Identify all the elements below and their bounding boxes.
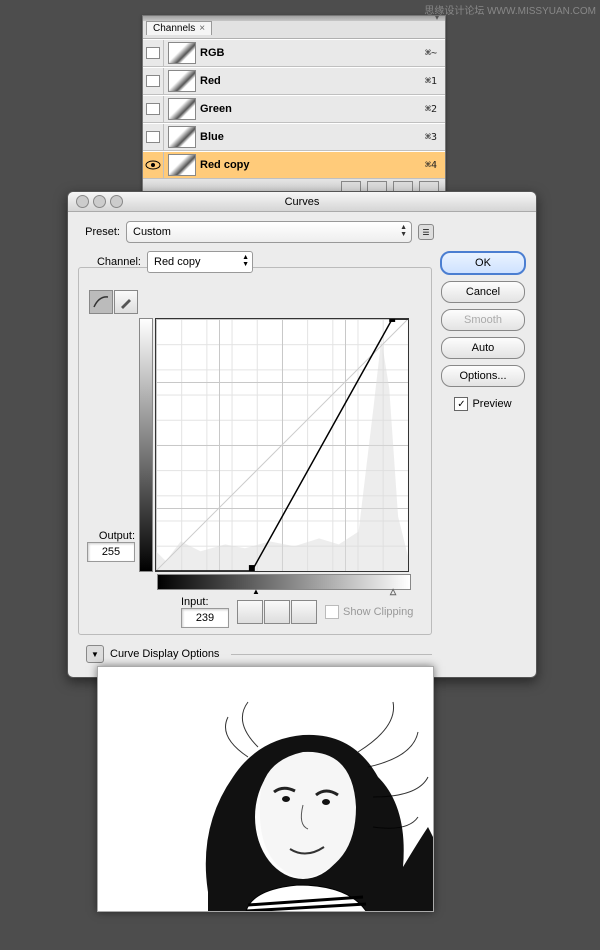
white-slider-icon[interactable]: △: [390, 587, 396, 596]
channels-panel: ▾ Channels× RGB ⌘~ Red ⌘1 Green ⌘2 Blue …: [142, 15, 446, 200]
channel-name: Green: [200, 103, 399, 115]
black-slider-icon[interactable]: ▲: [252, 587, 260, 596]
dialog-title: Curves: [285, 196, 320, 208]
output-group: Output:: [77, 530, 135, 562]
watermark-text: 思缘设计论坛 WWW.MISSYUAN.COM: [424, 2, 596, 17]
channel-name: Blue: [200, 131, 399, 143]
channel-row-rgb[interactable]: RGB ⌘~: [143, 39, 445, 67]
curves-dialog: Curves Preset: Custom▲▼ ☰ Channel: Red c…: [67, 191, 537, 678]
output-gradient: [139, 318, 153, 572]
white-eyedropper[interactable]: [291, 600, 317, 624]
eye-icon: [145, 159, 161, 171]
curve-lines: [156, 319, 408, 571]
show-clipping-label: Show Clipping: [343, 606, 413, 618]
disclosure-button[interactable]: ▼: [86, 645, 104, 663]
channel-thumb: [168, 126, 196, 148]
show-clipping-checkbox[interactable]: Show Clipping: [325, 605, 413, 619]
preset-label: Preset:: [78, 226, 120, 238]
preview-checkbox[interactable]: ✓ Preview: [454, 397, 511, 411]
traffic-light-min[interactable]: [93, 195, 106, 208]
updown-icon: ▲▼: [242, 254, 249, 268]
channels-tab[interactable]: Channels ×: [146, 21, 212, 35]
traffic-light-close[interactable]: [76, 195, 89, 208]
curve-area: Output:: [78, 267, 432, 635]
channel-shortcut: ⌘~: [399, 48, 445, 59]
curve-pencil-tool[interactable]: [114, 290, 138, 314]
channel-name: Red: [200, 75, 399, 87]
output-label: Output:: [77, 530, 135, 542]
channel-shortcut: ⌘1: [399, 76, 445, 87]
updown-icon: ▲▼: [400, 224, 407, 238]
traffic-light-zoom[interactable]: [110, 195, 123, 208]
preview-label: Preview: [472, 398, 511, 410]
channel-thumb: [168, 98, 196, 120]
input-input[interactable]: [181, 608, 229, 628]
channel-combo[interactable]: Red copy ▲▼: [147, 251, 253, 273]
auto-button[interactable]: Auto: [441, 337, 525, 359]
curve-display-options-label: Curve Display Options: [110, 648, 219, 660]
gray-eyedropper[interactable]: [264, 600, 290, 624]
channel-shortcut: ⌘2: [399, 104, 445, 115]
preset-menu-button[interactable]: ☰: [418, 224, 434, 240]
channel-shortcut: ⌘4: [399, 160, 445, 171]
channel-shortcut: ⌘3: [399, 132, 445, 143]
channel-name: RGB: [200, 47, 399, 59]
curves-graph[interactable]: [155, 318, 409, 572]
visibility-toggle[interactable]: [143, 68, 164, 94]
dialog-titlebar[interactable]: Curves: [68, 192, 536, 212]
channel-row-redcopy[interactable]: Red copy ⌘4: [143, 151, 445, 179]
channel-label: Channel:: [88, 256, 141, 268]
ok-button[interactable]: OK: [440, 251, 526, 275]
channel-name: Red copy: [200, 159, 399, 171]
smooth-button[interactable]: Smooth: [441, 309, 525, 331]
visibility-toggle[interactable]: [143, 96, 164, 122]
options-button[interactable]: Options...: [441, 365, 525, 387]
close-icon[interactable]: ×: [199, 23, 205, 34]
channel-row-blue[interactable]: Blue ⌘3: [143, 123, 445, 151]
tab-label: Channels: [153, 23, 195, 34]
preset-combo[interactable]: Custom ▲▼: [126, 221, 412, 243]
channel-rows: RGB ⌘~ Red ⌘1 Green ⌘2 Blue ⌘3 Red copy …: [143, 39, 445, 179]
input-gradient[interactable]: ▲ △: [157, 574, 411, 590]
visibility-toggle[interactable]: [143, 152, 164, 178]
visibility-toggle[interactable]: [143, 40, 164, 66]
panel-tabbar: Channels ×: [143, 21, 445, 39]
black-eyedropper[interactable]: [237, 600, 263, 624]
divider: [231, 654, 432, 655]
channel-row-red[interactable]: Red ⌘1: [143, 67, 445, 95]
channel-thumb: [168, 42, 196, 64]
result-preview: [97, 666, 434, 912]
channel-thumb: [168, 154, 196, 176]
input-label: Input:: [181, 596, 229, 608]
output-input[interactable]: [87, 542, 135, 562]
curve-point-tool[interactable]: [89, 290, 113, 314]
preset-value: Custom: [133, 226, 171, 238]
channel-thumb: [168, 70, 196, 92]
visibility-toggle[interactable]: [143, 124, 164, 150]
checkmark-icon: ✓: [454, 397, 468, 411]
channel-value: Red copy: [154, 256, 200, 268]
channel-row-green[interactable]: Green ⌘2: [143, 95, 445, 123]
cancel-button[interactable]: Cancel: [441, 281, 525, 303]
